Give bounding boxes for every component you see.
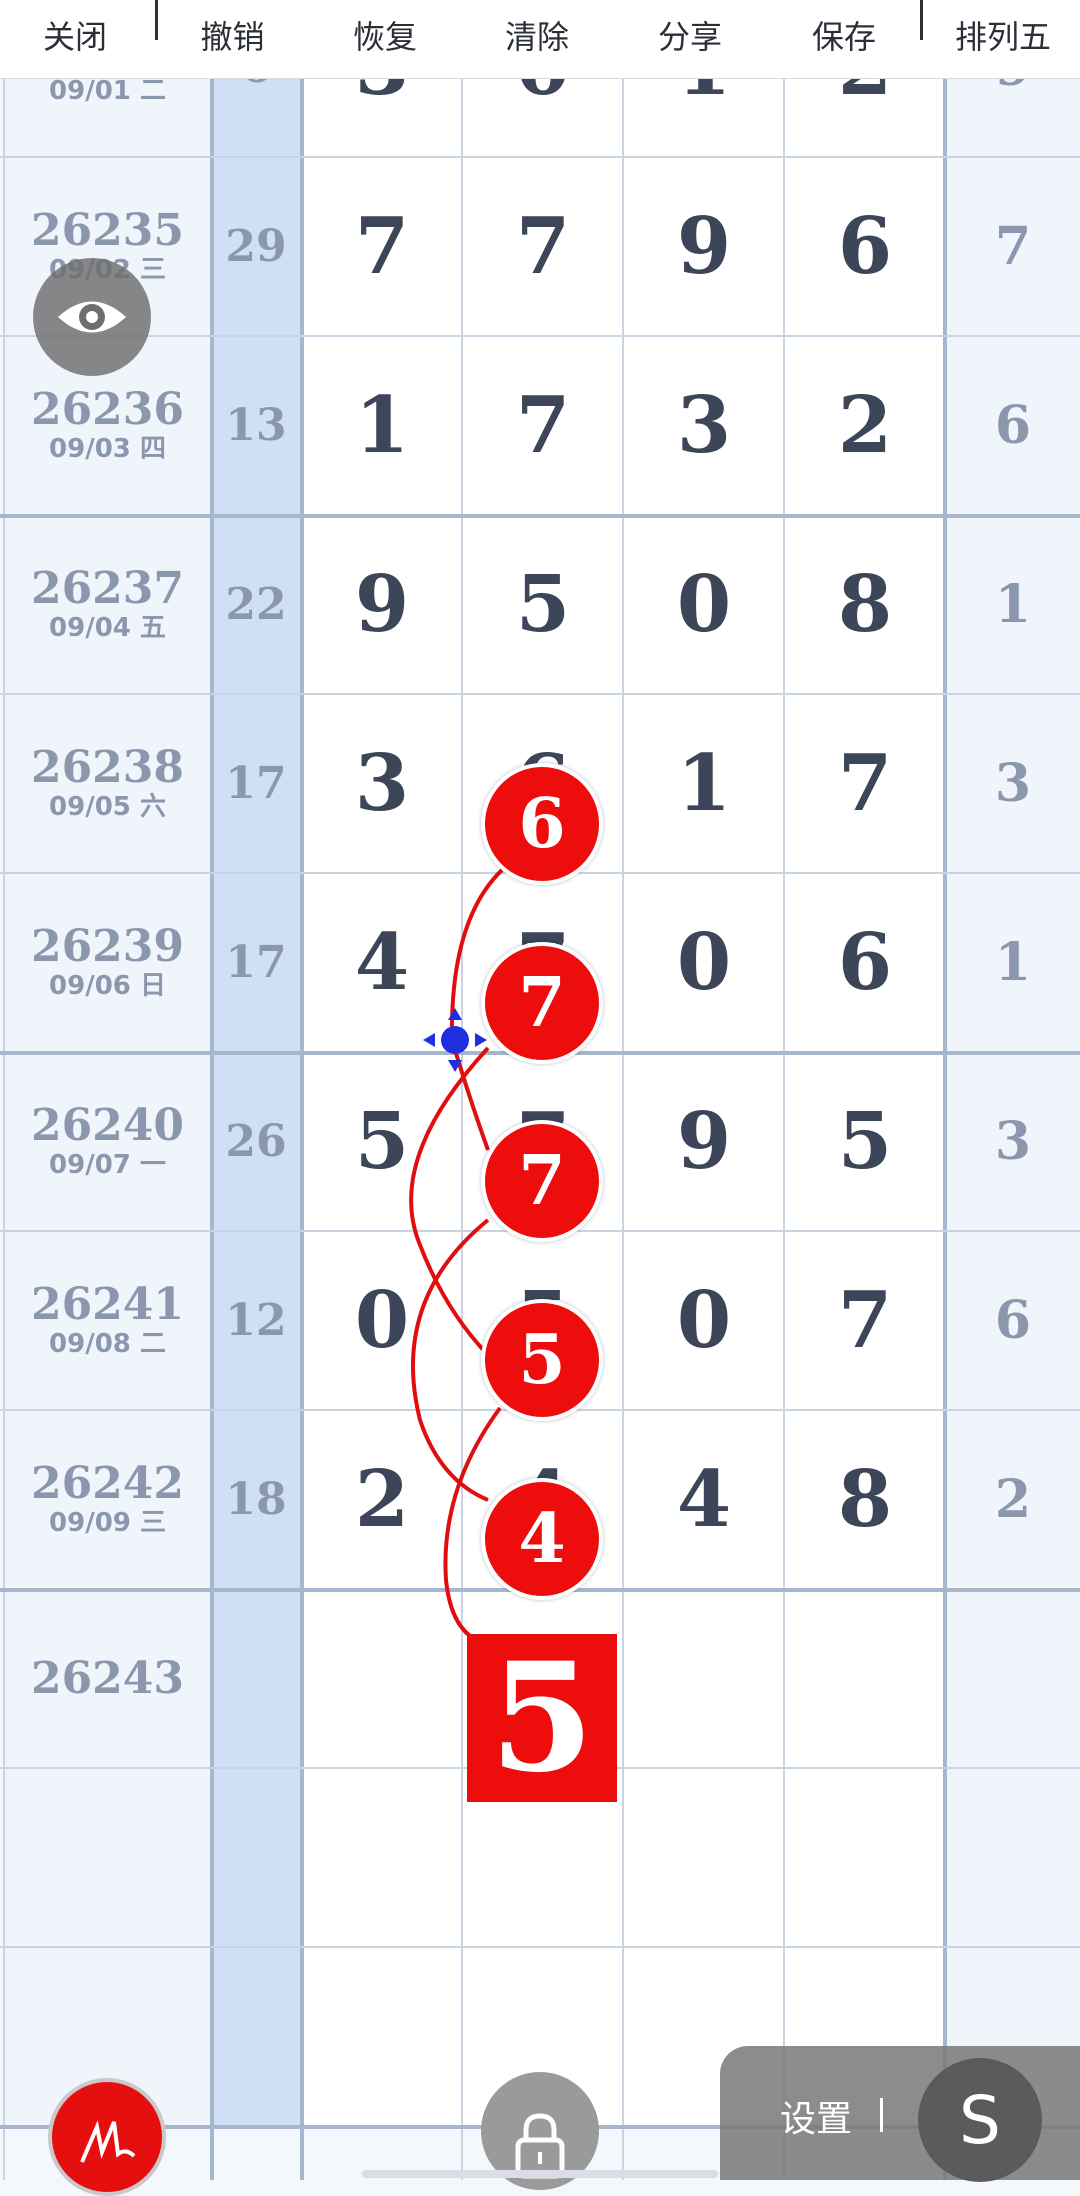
redo-button[interactable]: 恢复 (310, 0, 460, 78)
trend-curve (411, 1218, 490, 1502)
close-button[interactable]: 关闭 (0, 0, 150, 78)
lottery-type-button[interactable]: 排列五 (926, 0, 1080, 78)
marked-number-ball[interactable]: 5 (481, 1299, 603, 1421)
share-button-label: 分享 (657, 18, 722, 56)
trend-curves (409, 868, 504, 1638)
drawing-overlay[interactable]: 6 7 7 5 4 5 (0, 0, 1080, 2180)
marked-number-ball[interactable]: 7 (481, 942, 603, 1064)
pen-tool-button[interactable] (48, 2078, 166, 2196)
pen-icon (80, 2120, 136, 2163)
s-button[interactable]: S (918, 2058, 1042, 2182)
ball-value: 7 (518, 963, 566, 1043)
undo-button-label: 撤销 (200, 18, 265, 56)
toolbar-separator (155, 0, 158, 40)
eye-icon (58, 301, 126, 333)
settings-button[interactable]: 设置 (780, 2090, 852, 2142)
ball-value: 4 (518, 1499, 566, 1579)
lottery-type-label: 排列五 (954, 18, 1051, 56)
ball-value: 7 (518, 1141, 566, 1221)
eye-toggle-button[interactable] (33, 258, 151, 376)
clear-button[interactable]: 清除 (462, 0, 612, 78)
settings-separator (880, 2098, 883, 2132)
toolbar-separator (920, 0, 923, 40)
redo-button-label: 恢复 (352, 18, 417, 56)
marked-number-ball[interactable]: 7 (481, 1120, 603, 1242)
prediction-value: 5 (489, 1630, 595, 1806)
save-button-label: 保存 (811, 18, 876, 56)
settings-panel: 设置 S (720, 2046, 1080, 2182)
ball-value: 6 (518, 784, 566, 864)
share-button[interactable]: 分享 (614, 0, 766, 78)
save-button[interactable]: 保存 (768, 0, 920, 78)
marked-number-ball[interactable]: 4 (481, 1478, 603, 1600)
close-button-label: 关闭 (42, 18, 107, 56)
top-toolbar: 关闭 撤销 恢复 清除 分享 保存 排列五 (0, 0, 1080, 79)
home-indicator (362, 2170, 718, 2178)
ball-value: 5 (518, 1320, 566, 1400)
marked-number-ball[interactable]: 6 (481, 763, 603, 885)
prediction-box[interactable]: 5 (467, 1630, 617, 1806)
undo-button[interactable]: 撤销 (160, 0, 305, 78)
s-button-label: S (959, 2081, 1001, 2159)
clear-button-label: 清除 (504, 18, 569, 56)
